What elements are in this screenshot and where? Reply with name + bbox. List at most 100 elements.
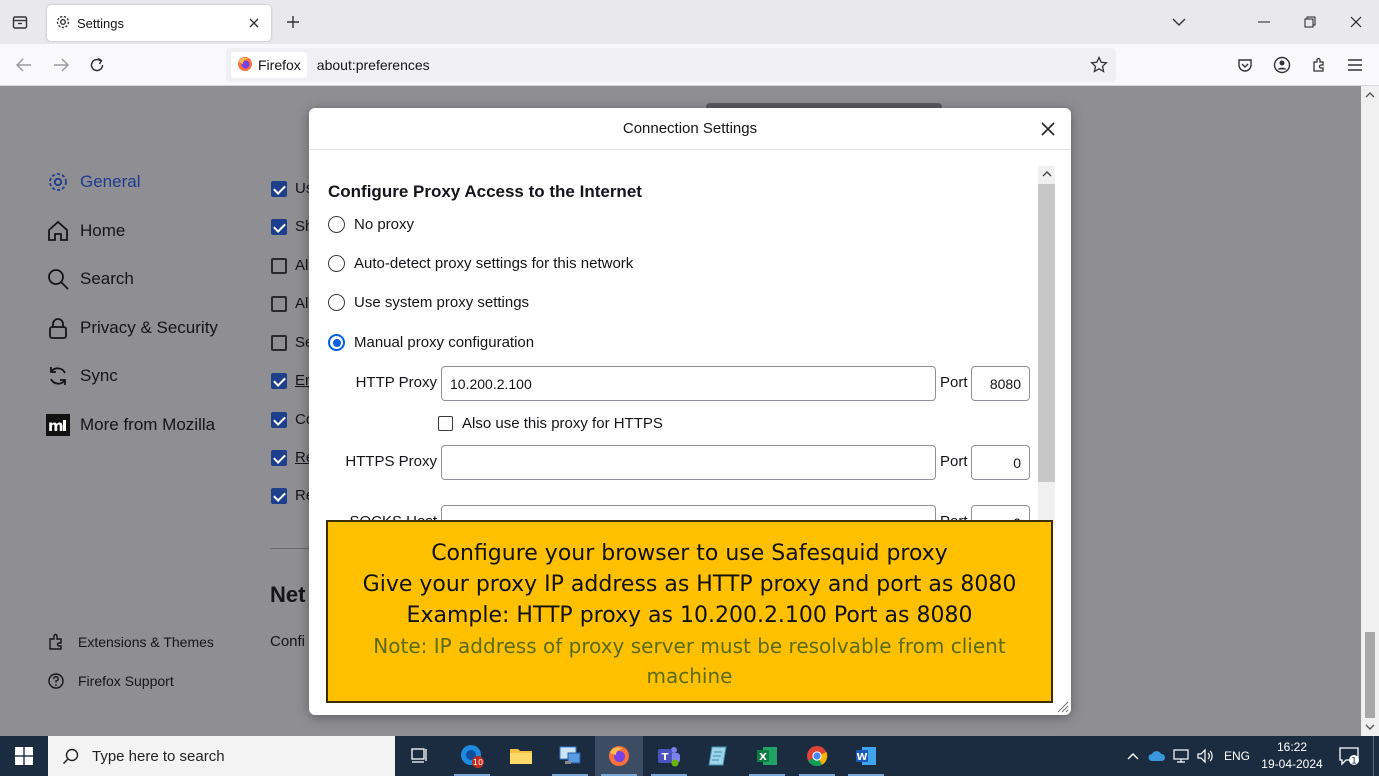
close-icon[interactable] <box>1035 116 1061 142</box>
chevron-down-icon[interactable] <box>1166 10 1192 34</box>
background-checkbox <box>271 412 287 428</box>
teams-icon[interactable]: T <box>645 736 693 776</box>
sidebar-item-label: Home <box>80 221 126 240</box>
firefox-taskbar-icon[interactable] <box>595 736 643 776</box>
scrollbar-thumb[interactable] <box>1365 632 1375 718</box>
file-explorer-icon[interactable] <box>497 736 545 776</box>
callout-note: Note: IP address of proxy server must be… <box>373 634 1006 688</box>
taskbar-search-box[interactable]: Type here to search <box>48 736 395 776</box>
callout-line: Example: HTTP proxy as 10.200.2.100 Port… <box>406 603 973 628</box>
language-indicator[interactable]: ENG <box>1224 749 1250 763</box>
windows-start-button[interactable] <box>0 736 48 776</box>
checkbox-label: Also use this proxy for HTTPS <box>462 415 663 432</box>
svg-text:X: X <box>759 752 767 763</box>
sidebar-item-support[interactable]: Firefox Support <box>46 671 174 691</box>
taskbar-search-placeholder: Type here to search <box>92 747 225 765</box>
sidebar-item-privacy[interactable]: Privacy & Security <box>46 316 218 340</box>
http-proxy-input[interactable]: 10.200.2.100 <box>441 366 936 401</box>
account-icon[interactable] <box>1269 52 1295 78</box>
sidebar-item-home[interactable]: Home <box>46 219 125 243</box>
puzzle-icon <box>46 632 66 652</box>
chevron-up-icon[interactable] <box>1122 736 1144 776</box>
remote-desktop-icon[interactable] <box>546 736 594 776</box>
clock[interactable]: 16:22 19-04-2024 <box>1256 739 1328 773</box>
background-checkbox <box>271 258 287 274</box>
radio-system-proxy[interactable]: Use system proxy settings <box>328 294 529 311</box>
page-scrollbar[interactable] <box>1361 86 1379 736</box>
scrollbar-thumb[interactable] <box>1038 184 1055 482</box>
sync-icon <box>46 364 70 388</box>
chrome-icon[interactable] <box>793 736 841 776</box>
sidebar-item-search[interactable]: Search <box>46 267 134 291</box>
reload-button[interactable] <box>84 52 110 78</box>
search-icon <box>62 748 79 765</box>
sidebar-item-general[interactable]: General <box>46 170 140 194</box>
network-icon[interactable] <box>1170 736 1192 776</box>
volume-icon[interactable] <box>1194 736 1216 776</box>
firefox-logo-icon <box>237 56 253 75</box>
scroll-up-icon[interactable] <box>1364 89 1376 101</box>
background-checkbox <box>271 373 287 389</box>
scroll-down-icon[interactable] <box>1364 721 1376 733</box>
sidebar-item-sync[interactable]: Sync <box>46 364 118 388</box>
section-title: Configure Proxy Access to the Internet <box>328 182 642 201</box>
tab-settings[interactable]: Settings <box>47 5 271 41</box>
new-tab-button[interactable] <box>281 10 305 34</box>
radio-button[interactable] <box>328 294 345 311</box>
tab-title: Settings <box>77 15 124 31</box>
url-text[interactable]: about:preferences <box>317 57 1086 73</box>
http-port-input[interactable]: 8080 <box>971 366 1030 401</box>
radio-label: Use system proxy settings <box>354 294 530 311</box>
show-desktop-button[interactable] <box>1373 736 1379 776</box>
mozilla-icon: m <box>46 413 70 437</box>
bookmark-star-icon[interactable] <box>1086 52 1112 78</box>
word-icon[interactable]: W <box>842 736 890 776</box>
resize-grip-icon[interactable] <box>1055 699 1069 713</box>
clock-date: 19-04-2024 <box>1261 757 1323 771</box>
outlook-icon[interactable]: 10 <box>448 736 496 776</box>
https-proxy-input[interactable] <box>441 445 936 480</box>
https-port-label: Port <box>940 453 968 470</box>
task-view-icon[interactable] <box>396 736 444 776</box>
scroll-up-icon[interactable] <box>1040 168 1053 180</box>
pocket-icon[interactable] <box>1232 52 1258 78</box>
firefox-view-icon[interactable] <box>6 10 34 34</box>
radio-button-selected[interactable] <box>328 334 345 351</box>
identity-box[interactable]: Firefox <box>231 52 307 78</box>
radio-no-proxy[interactable]: No proxy <box>328 216 414 233</box>
background-checkbox <box>271 181 287 197</box>
forward-button[interactable] <box>48 52 74 78</box>
also-https-checkbox[interactable] <box>438 416 453 431</box>
https-port-input[interactable]: 0 <box>971 445 1030 480</box>
close-window-button[interactable] <box>1333 0 1379 44</box>
radio-label: No proxy <box>354 216 415 233</box>
http-proxy-label: HTTP Proxy <box>355 374 437 391</box>
radio-button[interactable] <box>328 216 345 233</box>
https-proxy-label: HTTPS Proxy <box>345 453 437 470</box>
radio-auto-detect[interactable]: Auto-detect proxy settings for this netw… <box>328 255 633 272</box>
sidebar-item-extensions[interactable]: Extensions & Themes <box>46 632 214 652</box>
radio-button[interactable] <box>328 255 345 272</box>
sidebar-item-mozilla[interactable]: m More from Mozilla <box>46 413 215 437</box>
dialog-scrollbar[interactable] <box>1038 166 1055 526</box>
system-tray: ENG <box>1122 736 1260 776</box>
restore-button[interactable] <box>1287 0 1333 44</box>
radio-label: Manual proxy configuration <box>354 334 535 351</box>
hamburger-menu-icon[interactable] <box>1342 52 1368 78</box>
http-port-label: Port <box>940 374 968 391</box>
home-icon <box>46 219 70 243</box>
minimize-button[interactable] <box>1241 0 1287 44</box>
radio-manual-proxy[interactable]: Manual proxy configuration <box>328 334 534 351</box>
close-tab-icon[interactable] <box>245 14 263 32</box>
notification-icon[interactable]: 1 <box>1334 736 1364 776</box>
sidebar-item-label: Search <box>80 269 134 288</box>
svg-text:W: W <box>856 752 867 763</box>
url-bar[interactable]: Firefox about:preferences <box>226 48 1116 82</box>
back-button[interactable] <box>11 52 37 78</box>
extensions-icon[interactable] <box>1306 52 1332 78</box>
excel-icon[interactable]: X <box>743 736 791 776</box>
notepad-icon[interactable] <box>694 736 742 776</box>
also-https-checkbox-row[interactable]: Also use this proxy for HTTPS <box>438 415 663 432</box>
sidebar-item-label: Sync <box>80 366 118 385</box>
onedrive-icon[interactable] <box>1146 736 1168 776</box>
